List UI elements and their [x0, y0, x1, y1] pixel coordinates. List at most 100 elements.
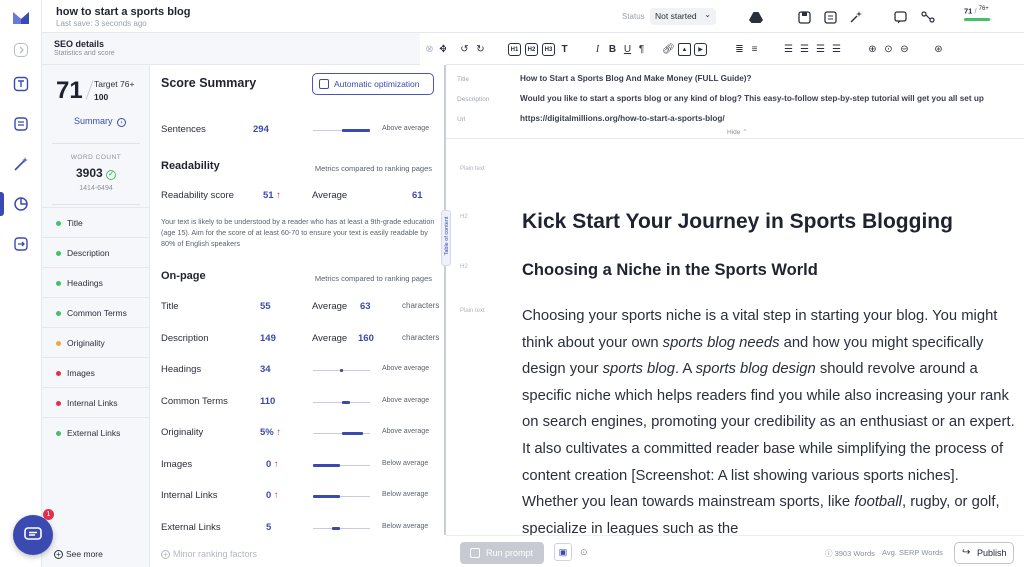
- zoom-out-icon[interactable]: ⊖: [898, 43, 911, 56]
- heading-3-icon[interactable]: H3: [542, 43, 555, 56]
- block-type-plain-text-second: Plain text: [460, 308, 485, 314]
- zoom-in-icon[interactable]: ⊕: [866, 43, 879, 56]
- bullet-list-icon[interactable]: ≡: [748, 43, 761, 56]
- seo-subtitle: Statistics and score: [54, 50, 115, 57]
- editor-paragraph[interactable]: Choosing your sports niche is a vital st…: [522, 303, 1018, 542]
- undo-icon[interactable]: ↺: [458, 43, 471, 56]
- left-rail: [0, 0, 42, 567]
- underline-icon[interactable]: U: [621, 43, 634, 56]
- nav-item-label: Originality: [67, 338, 105, 348]
- word-count-box: WORD COUNT 3903 ✓ 1414-6494: [52, 143, 140, 205]
- score-mini[interactable]: 71 / 76+: [964, 6, 989, 16]
- onpage-row-bar-fill: [341, 400, 351, 404]
- chat-button[interactable]: [13, 515, 53, 555]
- sentences-bar-fill: [341, 129, 370, 132]
- document-icon[interactable]: [11, 114, 31, 134]
- text-tool-icon[interactable]: [11, 74, 31, 94]
- onpage-row-bar: [313, 400, 370, 404]
- help-circle-icon[interactable]: ⊙: [580, 547, 588, 558]
- run-prompt-button[interactable]: Run prompt: [460, 542, 544, 564]
- export-icon[interactable]: [11, 234, 31, 254]
- word-count-number: 3903: [75, 166, 103, 180]
- readability-row: Readability score 51 ↑ Average 61: [161, 187, 436, 207]
- italic-icon[interactable]: I: [591, 43, 604, 56]
- bottom-word-count-value: 3903 Words: [834, 549, 875, 558]
- ordered-list-icon[interactable]: ≣: [733, 43, 746, 56]
- meta-description-value[interactable]: Would you like to start a sports blog or…: [520, 94, 984, 103]
- block-type-h2-second: H2: [460, 264, 468, 270]
- summary-link[interactable]: Summary ›: [74, 116, 127, 127]
- heading-2-icon[interactable]: H2: [525, 43, 538, 56]
- editor-heading-1[interactable]: Kick Start Your Journey in Sports Bloggi…: [522, 210, 953, 234]
- nav-item-description[interactable]: Description: [42, 237, 150, 267]
- onpage-row-headings: Headings 34 Above average: [161, 361, 436, 381]
- print-icon[interactable]: [822, 9, 838, 25]
- meta-url-value[interactable]: https://digitalmillions.org/how-to-start…: [520, 114, 725, 123]
- comment-icon[interactable]: [892, 9, 908, 25]
- status-select[interactable]: Not started ⌄: [650, 8, 716, 25]
- status-dot: [56, 311, 61, 316]
- chevron-down-icon: ⌄: [704, 10, 711, 19]
- onpage-row-value: 5% ↑: [260, 427, 282, 438]
- close-circle-icon[interactable]: ⊗: [423, 43, 436, 56]
- nav-item-label: Internal Links: [67, 398, 118, 408]
- readability-title: Readability: [161, 160, 220, 172]
- onpage-title: On-page: [161, 270, 206, 282]
- onpage-row-label: Originality: [161, 427, 204, 438]
- text-style-icon[interactable]: T: [558, 43, 571, 56]
- status-dot: [56, 251, 61, 256]
- save-icon[interactable]: [796, 9, 812, 25]
- meta-description-label: Description: [457, 96, 490, 103]
- image-tool-icon[interactable]: ▣: [554, 543, 572, 561]
- seo-chart-icon[interactable]: [11, 194, 31, 214]
- minor-ranking-factors[interactable]: + Minor ranking factors: [161, 549, 257, 559]
- see-more-link[interactable]: + See more: [54, 549, 103, 559]
- link-icon[interactable]: 🔗︎: [662, 43, 675, 56]
- align-center-icon[interactable]: ☰: [798, 43, 811, 56]
- expand-panel-icon[interactable]: [11, 40, 31, 60]
- block-type-h2: H2: [460, 214, 468, 220]
- video-icon[interactable]: ▶: [694, 43, 707, 56]
- minor-ranking-factors-label: Minor ranking factors: [173, 549, 258, 559]
- sentences-label: Sentences: [161, 124, 206, 135]
- nav-item-internal-links[interactable]: Internal Links: [42, 387, 150, 417]
- readability-average-value: 61: [412, 190, 423, 201]
- onpage-row-bar: [313, 463, 370, 467]
- document-title[interactable]: how to start a sports blog: [56, 6, 190, 18]
- onpage-row-bar: [313, 432, 370, 435]
- globe-icon[interactable]: ⊛: [932, 43, 945, 56]
- nav-item-originality[interactable]: Originality: [42, 327, 150, 357]
- arrow-up-icon: ↑: [271, 490, 279, 501]
- align-justify-icon[interactable]: ☰: [830, 43, 843, 56]
- meta-title-value[interactable]: How to Start a Sports Blog And Make Mone…: [520, 74, 752, 83]
- onpage-row-label: External Links: [161, 521, 221, 533]
- zoom-reset-icon[interactable]: ⊙: [882, 43, 895, 56]
- nav-item-title[interactable]: Title: [42, 207, 150, 237]
- image-icon[interactable]: ▲: [678, 43, 691, 56]
- format-icon[interactable]: ¶: [635, 43, 648, 56]
- logo-icon[interactable]: [11, 8, 31, 28]
- redo-icon[interactable]: ↻: [474, 43, 487, 56]
- drive-icon[interactable]: [748, 9, 764, 25]
- onpage-row-value: 55: [260, 301, 271, 312]
- nav-item-headings[interactable]: Headings: [42, 267, 150, 297]
- share-icon[interactable]: [920, 9, 936, 25]
- heading-1-icon[interactable]: H1: [508, 43, 521, 56]
- align-right-icon[interactable]: ☰: [814, 43, 827, 56]
- sparkle-icon[interactable]: [848, 9, 864, 25]
- editor-toolbar: ↺ ↻ H1 H2 H3 T I B U ¶ 🔗︎ ▲ ▶ ≣ ≡ ☰ ☰ ☰ …: [446, 33, 1024, 65]
- bold-icon[interactable]: B: [606, 43, 619, 56]
- nav-item-images[interactable]: Images: [42, 357, 150, 387]
- magic-wand-icon[interactable]: [11, 154, 31, 174]
- hide-meta-link[interactable]: Hide ⌃: [727, 128, 748, 136]
- publish-button[interactable]: ↪ Publish: [954, 542, 1014, 564]
- paragraph-text: should revolve around a specific niche w…: [522, 361, 1015, 511]
- table-of-content-tab[interactable]: Table of content: [441, 210, 451, 266]
- nav-item-common-terms[interactable]: Common Terms: [42, 297, 150, 327]
- align-left-icon[interactable]: ☰: [782, 43, 795, 56]
- nav-item-external-links[interactable]: External Links: [42, 417, 150, 447]
- automatic-optimization-button[interactable]: Automatic optimization: [312, 73, 434, 95]
- chevron-up-icon: ⌃: [742, 129, 748, 136]
- editor-heading-2[interactable]: Choosing a Niche in the Sports World: [522, 261, 818, 280]
- readability-average-label: Average: [312, 190, 348, 201]
